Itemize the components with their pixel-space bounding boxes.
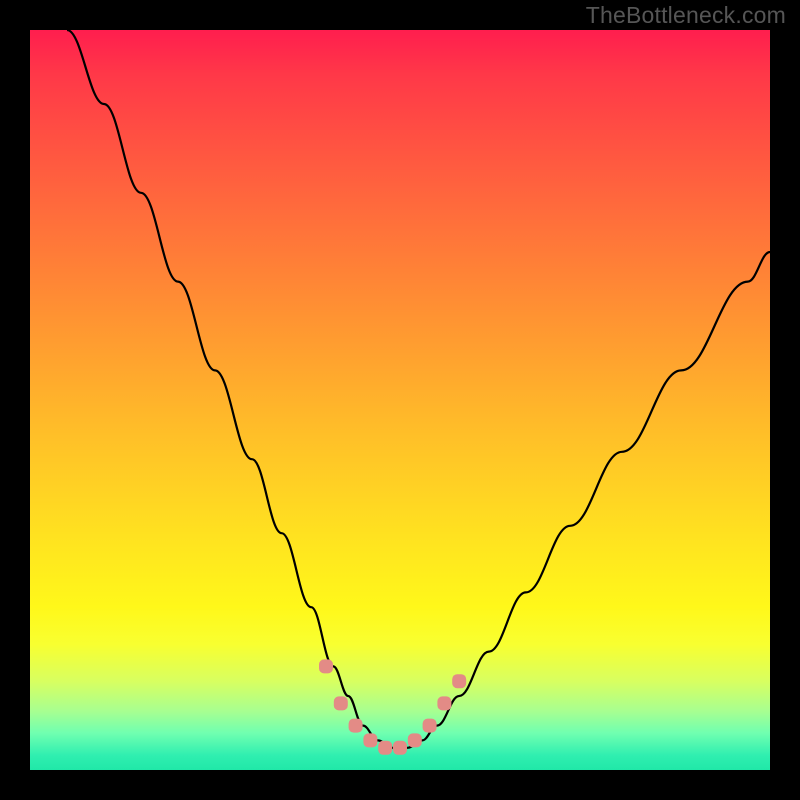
marker-point: [349, 719, 363, 733]
bottleneck-region-markers: [319, 659, 466, 754]
chart-frame: TheBottleneck.com: [0, 0, 800, 800]
marker-point: [393, 741, 407, 755]
marker-point: [452, 674, 466, 688]
chart-svg-layer: [30, 30, 770, 770]
marker-point: [334, 696, 348, 710]
marker-point: [319, 659, 333, 673]
marker-point: [423, 719, 437, 733]
bottleneck-curve-line: [67, 30, 770, 748]
marker-point: [437, 696, 451, 710]
watermark-text: TheBottleneck.com: [586, 2, 786, 29]
marker-point: [363, 733, 377, 747]
marker-point: [408, 733, 422, 747]
marker-point: [378, 741, 392, 755]
